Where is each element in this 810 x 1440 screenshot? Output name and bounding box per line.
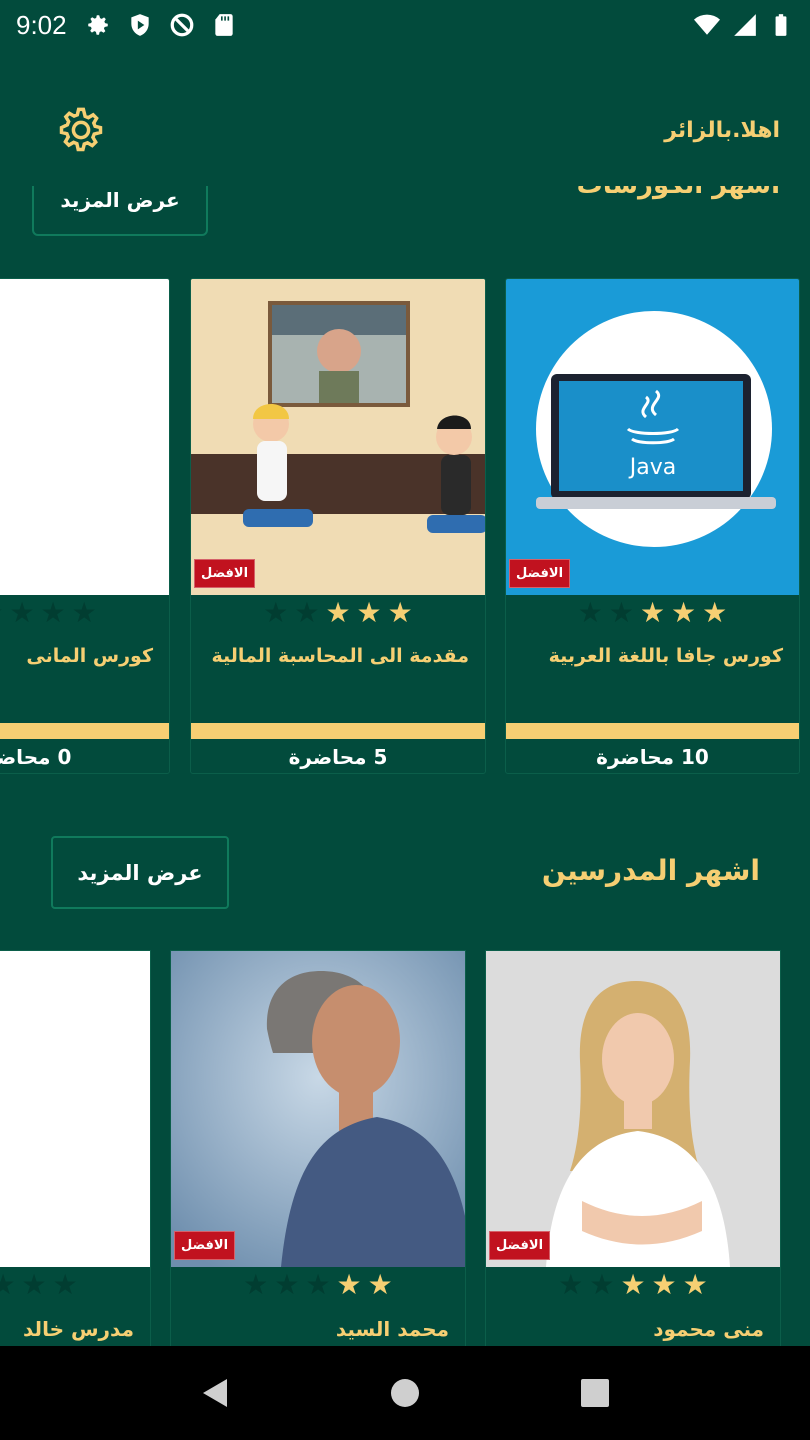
star-icon: ★ <box>608 595 634 629</box>
course-card[interactable]: Java الافضل ★ ★ ★ ★ ★ كورس جافا باللغة العرب… <box>505 278 800 774</box>
star-icon: ★ <box>243 1267 269 1301</box>
star-icon: ★ <box>387 595 413 629</box>
teacher-image-man <box>171 951 465 1267</box>
man-portrait <box>171 951 465 1267</box>
rating-stars: ★★★★★ <box>486 1267 780 1301</box>
best-badge: الافضل <box>489 1231 551 1260</box>
star-icon: ★ <box>40 595 66 629</box>
star-icon: ★ <box>274 1267 300 1301</box>
star-icon: ★ <box>263 595 289 629</box>
card-accent-bar <box>191 723 485 739</box>
star-icon: ★ <box>0 596 3 629</box>
app-header: اهلا.بالزائر <box>0 80 810 180</box>
teacher-image-blank <box>0 951 150 1267</box>
star-icon: ★ <box>325 595 351 629</box>
course-image-java: Java <box>506 279 799 595</box>
star-icon: ★ <box>71 595 97 629</box>
star-icon: ★ <box>336 1267 362 1301</box>
back-triangle-icon[interactable] <box>195 1373 235 1413</box>
java-laptop-illustration: Java <box>536 311 776 547</box>
sd-card-icon <box>214 14 233 36</box>
wifi-icon <box>694 14 720 35</box>
best-badge: الافضل <box>174 1231 236 1260</box>
courses-more-label: عرض المزيد <box>60 188 180 212</box>
star-icon: ★ <box>0 1268 16 1301</box>
course-title: كورس المانى <box>26 645 153 667</box>
teacher-name: مدرس خالد <box>23 1317 134 1341</box>
star-icon: ★ <box>589 1267 615 1301</box>
status-bar: 9:02 <box>0 0 810 50</box>
teacher-card[interactable]: الافضل ★ ★ ★ ★ ★ محمد السيد <box>170 950 466 1346</box>
system-nav-bar <box>0 1346 810 1440</box>
courses-section-title: اشهر الكورسات <box>577 186 780 200</box>
star-icon: ★ <box>356 595 382 629</box>
star-icon: ★ <box>682 1267 708 1301</box>
accounting-classroom-illustration <box>191 279 485 595</box>
java-label: Java <box>628 455 676 480</box>
battery-icon <box>775 14 787 36</box>
lectures-count: 5 محاضرة <box>288 745 388 769</box>
rating-stars: ★★★★★ <box>506 595 799 629</box>
greeting-text: اهلا.بالزائر <box>664 117 780 143</box>
star-icon: ★ <box>620 1267 646 1301</box>
teachers-section-title: اشهر المدرسين <box>541 854 760 887</box>
teachers-more-label: عرض المزيد <box>77 860 203 885</box>
star-icon: ★ <box>577 595 603 629</box>
card-accent-bar <box>506 723 799 739</box>
teacher-card[interactable]: ★★★★★ مدرس خالد <box>0 950 151 1346</box>
star-icon: ★ <box>651 1267 677 1301</box>
signal-icon <box>734 14 756 36</box>
star-icon: ★ <box>294 595 320 629</box>
star-icon: ★ <box>21 1267 47 1301</box>
recents-square-icon[interactable] <box>575 1373 615 1413</box>
best-badge: الافضل <box>509 559 571 588</box>
rating-stars: ★★★★★ <box>171 1267 465 1301</box>
course-image-accounting <box>191 279 485 595</box>
best-badge: الافضل <box>194 559 256 588</box>
star-icon: ★ <box>305 1267 331 1301</box>
lectures-count: 0 محاضرة <box>0 745 72 769</box>
course-card[interactable]: الافضل ★ ★ ★ ★ ★ مقدمة الى المحاسبة المالية … <box>190 278 486 774</box>
gear-icon <box>87 15 108 35</box>
course-card[interactable]: ★★★★★ كورس المانى 0 محاضرة <box>0 278 170 774</box>
course-title: مقدمة الى المحاسبة المالية <box>211 645 469 667</box>
star-icon: ★ <box>639 595 666 629</box>
home-circle-icon[interactable] <box>385 1373 425 1413</box>
star-icon: ★ <box>702 595 728 629</box>
lectures-count: 10 محاضرة <box>596 745 709 769</box>
teacher-image-woman <box>486 951 780 1267</box>
rating-stars: ★★★★★ <box>0 1267 150 1301</box>
teacher-name: محمد السيد <box>335 1317 449 1341</box>
teacher-name: منى محمود <box>653 1317 764 1341</box>
at-sign-icon <box>170 13 193 37</box>
settings-gear-icon[interactable] <box>55 104 107 156</box>
course-image-blank <box>0 279 169 595</box>
status-time: 9:02 <box>16 9 67 40</box>
course-title: كورس جافا باللغة العربية <box>548 645 783 667</box>
card-accent-bar <box>0 723 169 739</box>
courses-more-button[interactable]: عرض المزيد <box>32 186 208 236</box>
star-icon: ★ <box>9 595 35 629</box>
star-icon: ★ <box>558 1267 584 1301</box>
content-scroll[interactable]: اشهر الكورسات عرض المزيد Java الافضل ★★★… <box>0 186 810 1346</box>
rating-stars: ★★★★★ <box>191 595 485 629</box>
teachers-more-button[interactable]: عرض المزيد <box>51 836 229 909</box>
shield-play-icon <box>130 14 149 36</box>
rating-stars: ★★★★★ <box>0 595 169 629</box>
star-icon: ★ <box>367 1267 393 1301</box>
star-icon: ★ <box>671 595 697 629</box>
star-icon: ★ <box>52 1267 78 1301</box>
woman-portrait <box>486 951 780 1267</box>
teacher-card[interactable]: الافضل ★ ★ ★ ★ ★ منى محمود <box>485 950 781 1346</box>
